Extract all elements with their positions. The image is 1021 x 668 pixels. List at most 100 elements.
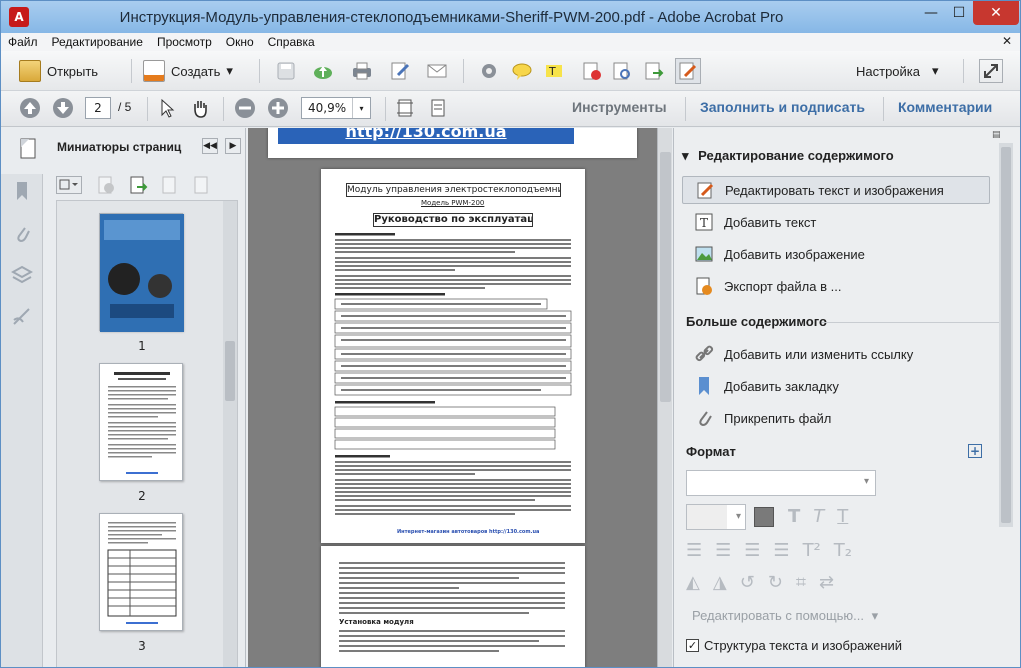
tools-pane-link[interactable]: Инструменты xyxy=(572,99,667,115)
layers-icon[interactable] xyxy=(11,264,33,286)
edit-with-menu[interactable]: Редактировать с помощью... ▾ xyxy=(692,608,878,624)
add-edit-link-button[interactable]: Добавить или изменить ссылку xyxy=(682,340,990,368)
toolbar-separator xyxy=(259,59,260,83)
font-color-swatch[interactable] xyxy=(754,507,774,527)
cloud-upload-icon[interactable] xyxy=(312,60,334,82)
document-view[interactable]: http://130.com.ua Модуль управления элек… xyxy=(248,128,672,667)
thumbnails-scroll-thumb[interactable] xyxy=(225,341,235,401)
chevron-down-icon[interactable]: ▾ xyxy=(352,98,370,118)
menu-view[interactable]: Просмотр xyxy=(150,35,219,49)
options-menu-icon[interactable] xyxy=(56,176,82,194)
create-button[interactable]: Создать ▾ xyxy=(143,60,233,82)
minimize-button[interactable]: — xyxy=(917,1,945,25)
align-left-icon[interactable]: ☰ xyxy=(686,540,702,561)
structure-checkbox[interactable]: ✓ xyxy=(686,639,699,652)
export-file-button[interactable]: Экспорт файла в ... xyxy=(682,272,990,300)
chevron-down-icon: ▾ xyxy=(682,148,689,163)
maximize-button[interactable]: ☐ xyxy=(945,1,973,25)
align-right-icon[interactable]: ☰ xyxy=(744,540,760,561)
menu-file[interactable]: Файл xyxy=(1,35,45,49)
search-page-icon[interactable] xyxy=(611,60,633,82)
menu-help[interactable]: Справка xyxy=(261,35,322,49)
select-cursor-icon[interactable] xyxy=(156,97,178,119)
font-size-select[interactable]: ▾ xyxy=(686,504,746,530)
pane-options-icon[interactable]: ▤ xyxy=(992,130,1006,142)
add-format-plus-icon[interactable]: + xyxy=(968,444,982,458)
email-icon[interactable] xyxy=(426,60,448,82)
attachment-paperclip-icon[interactable] xyxy=(11,222,33,244)
crop-icon[interactable]: ⌗ xyxy=(796,572,806,593)
insert-pages-icon[interactable] xyxy=(127,174,149,196)
add-text-button[interactable]: T Добавить текст xyxy=(682,208,990,236)
collapse-panel-icon[interactable]: ◀◀ xyxy=(202,138,218,154)
panel-next-icon[interactable]: ▶ xyxy=(225,138,241,154)
attach-file-button[interactable]: Прикрепить файл xyxy=(682,404,990,432)
rotate-right-icon[interactable] xyxy=(191,174,213,196)
thumbnails-scrollbar[interactable] xyxy=(223,201,237,667)
menu-window[interactable]: Окно xyxy=(219,35,261,49)
signatures-icon[interactable] xyxy=(11,306,33,328)
page-number-input[interactable]: 2 xyxy=(85,97,111,119)
highlight-text-icon[interactable]: T xyxy=(544,60,566,82)
close-document-icon[interactable]: ✕ xyxy=(1002,34,1012,48)
gear-icon[interactable] xyxy=(478,60,500,82)
page-thumbnail-1[interactable] xyxy=(99,213,184,332)
close-window-button[interactable]: ✕ xyxy=(973,1,1019,25)
fit-page-icon[interactable] xyxy=(394,97,416,119)
fill-sign-pane-link[interactable]: Заполнить и подписать xyxy=(700,99,865,115)
bold-t-icon[interactable]: T xyxy=(788,506,800,527)
comments-pane-link[interactable]: Комментарии xyxy=(898,99,992,115)
edit-document-icon[interactable] xyxy=(389,60,411,82)
open-button[interactable]: Открыть xyxy=(19,60,98,82)
site-link-banner[interactable]: http://130.com.ua xyxy=(278,128,574,144)
save-icon[interactable] xyxy=(275,60,297,82)
add-text-label: Добавить текст xyxy=(724,214,817,230)
document-scroll-thumb[interactable] xyxy=(660,152,671,402)
page-thumbnail-3[interactable] xyxy=(99,513,183,631)
edit-content-toggle-icon[interactable] xyxy=(675,58,701,84)
customize-menu[interactable]: Настройка ▾ xyxy=(856,63,939,79)
bookmark-icon[interactable] xyxy=(11,180,33,202)
add-image-button[interactable]: Добавить изображение xyxy=(682,240,990,268)
align-justify-icon[interactable]: ☰ xyxy=(773,540,789,561)
comment-icon[interactable] xyxy=(511,60,533,82)
thumbnail-number: 2 xyxy=(138,489,146,503)
align-center-icon[interactable]: ☰ xyxy=(715,540,731,561)
delete-pages-icon[interactable] xyxy=(95,174,117,196)
doc-heading: Руководство по эксплуатации xyxy=(373,213,533,227)
next-page-icon[interactable] xyxy=(52,97,74,119)
hand-tool-icon[interactable] xyxy=(189,97,211,119)
zoom-out-icon[interactable] xyxy=(234,97,256,119)
full-screen-icon[interactable] xyxy=(979,59,1003,83)
page-thumbnail-2[interactable] xyxy=(99,363,183,481)
menu-edit[interactable]: Редактирование xyxy=(45,35,150,49)
tools-pane-scroll-thumb[interactable] xyxy=(1001,147,1011,523)
add-bookmark-button[interactable]: Добавить закладку xyxy=(682,372,990,400)
superscript-icon[interactable]: T² xyxy=(803,540,821,561)
flip-vertical-icon[interactable]: ◭ xyxy=(686,572,700,593)
zoom-level-select[interactable]: 40,9% ▾ xyxy=(301,97,371,119)
delete-page-icon[interactable] xyxy=(581,60,603,82)
rotate-left-icon[interactable]: ↺ xyxy=(740,572,755,593)
print-icon[interactable] xyxy=(351,60,373,82)
doc-footer-link[interactable]: Интернет-магазин автотоваров http://130.… xyxy=(397,529,539,535)
italic-t-icon[interactable]: T xyxy=(813,506,824,527)
flip-horizontal-icon[interactable]: ◮ xyxy=(713,572,727,593)
add-image-icon xyxy=(694,244,714,264)
page-display-icon[interactable] xyxy=(427,97,449,119)
underline-t-icon[interactable]: T xyxy=(837,506,848,527)
export-page-icon[interactable] xyxy=(643,60,665,82)
rotate-left-icon[interactable] xyxy=(159,174,181,196)
subscript-icon[interactable]: T₂ xyxy=(834,540,852,561)
page-thumbnails-icon[interactable] xyxy=(15,136,41,162)
content-editing-title: Редактирование содержимого xyxy=(698,148,894,163)
font-family-select[interactable]: ▾ xyxy=(686,470,876,496)
previous-page-icon[interactable] xyxy=(19,97,41,119)
rotate-right-icon[interactable]: ↻ xyxy=(768,572,783,593)
zoom-in-icon[interactable] xyxy=(267,97,289,119)
document-scrollbar[interactable] xyxy=(657,128,672,667)
content-editing-section-header[interactable]: ▾ Редактирование содержимого xyxy=(682,148,894,164)
tools-pane-scrollbar[interactable] xyxy=(999,143,1013,527)
edit-text-images-button[interactable]: Редактировать текст и изображения xyxy=(682,176,990,204)
replace-image-icon[interactable]: ⇄ xyxy=(819,572,834,593)
